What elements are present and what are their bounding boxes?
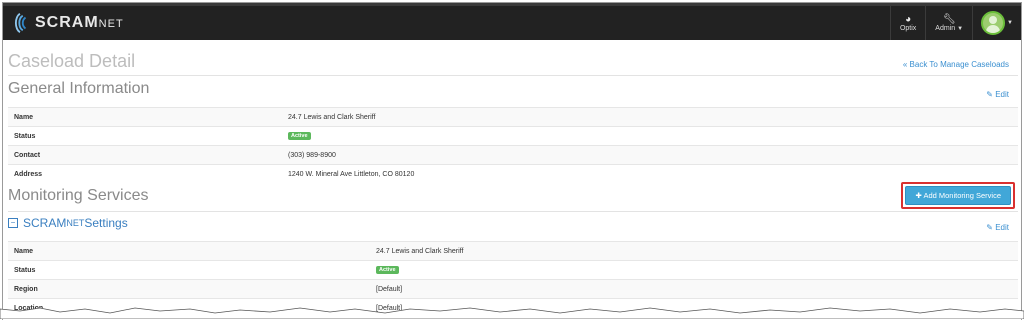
status-badge: Active <box>288 132 311 140</box>
user-menu[interactable]: ▼ <box>972 6 1021 40</box>
table-row: Address 1240 W. Mineral Ave Littleton, C… <box>8 164 1018 183</box>
optix-menu[interactable]: ◕ Optix <box>889 6 925 40</box>
brand-logo[interactable]: SCRAMNET <box>9 9 124 37</box>
wrench-icon: 🔧︎ <box>942 13 956 25</box>
highlight-box: ✚ Add Monitoring Service <box>901 182 1015 209</box>
settings-edit-link[interactable]: ✎ Edit <box>986 223 1009 232</box>
back-to-manage-caseloads-link[interactable]: « Back To Manage Caseloads <box>903 60 1009 69</box>
optix-label: Optix <box>899 24 917 32</box>
edit-label: Edit <box>995 223 1009 232</box>
top-navbar: SCRAMNET ◕ Optix 🔧︎ Admin ▼ ▼ <box>3 3 1021 40</box>
row-value: (303) 989-8900 <box>282 145 1018 165</box>
table-row: Status Active <box>8 126 1018 146</box>
row-label: Status <box>8 260 370 280</box>
plus-icon: ✚ <box>915 191 922 200</box>
scram-logo-icon <box>14 13 27 33</box>
general-information-table: Name 24.7 Lewis and Clark Sheriff Status… <box>8 107 1018 183</box>
collapse-minus-icon[interactable]: − <box>8 218 18 228</box>
monitoring-services-heading: Monitoring Services <box>8 187 149 204</box>
divider <box>8 211 1018 212</box>
edit-label: Edit <box>995 90 1009 99</box>
torn-edge <box>0 307 1024 319</box>
edit-icon: ✎ <box>986 90 993 99</box>
row-value: [Default] <box>370 279 1018 299</box>
row-value: 24.7 Lewis and Clark Sheriff <box>370 241 1018 261</box>
scramnet-settings-heading[interactable]: − SCRAM NET Settings <box>8 216 128 230</box>
settings-title-suffix: NET <box>66 218 85 228</box>
status-badge: Active <box>376 266 399 274</box>
edit-icon: ✎ <box>986 223 993 232</box>
divider <box>8 75 1018 76</box>
row-value: 1240 W. Mineral Ave Littleton, CO 80120 <box>282 164 1018 183</box>
admin-label: Admin <box>935 24 956 32</box>
app-window: SCRAMNET ◕ Optix 🔧︎ Admin ▼ ▼ Caseload D… <box>2 2 1022 320</box>
table-row: Name 24.7 Lewis and Clark Sheriff <box>8 241 1018 261</box>
table-row: Region [Default] <box>8 279 1018 299</box>
table-row: Status Active <box>8 260 1018 280</box>
row-label: Name <box>8 241 370 261</box>
add-monitoring-service-button[interactable]: ✚ Add Monitoring Service <box>905 186 1011 205</box>
admin-menu[interactable]: 🔧︎ Admin ▼ <box>925 6 972 40</box>
caret-down-icon: ▼ <box>1007 20 1013 26</box>
row-value: 24.7 Lewis and Clark Sheriff <box>282 107 1018 127</box>
row-label: Contact <box>8 145 282 165</box>
general-information-heading: General Information <box>8 80 150 97</box>
row-label: Address <box>8 164 282 183</box>
row-label: Region <box>8 279 370 299</box>
brand-text: SCRAMNET <box>35 14 124 31</box>
avatar-icon <box>981 11 1006 35</box>
button-label: Add Monitoring Service <box>923 191 1001 200</box>
settings-title-rest: Settings <box>84 216 128 230</box>
settings-title-main: SCRAM <box>23 216 67 230</box>
row-label: Name <box>8 107 282 127</box>
row-value: Active <box>282 126 1018 146</box>
row-label: Status <box>8 126 282 146</box>
table-row: Contact (303) 989-8900 <box>8 145 1018 165</box>
general-edit-link[interactable]: ✎ Edit <box>986 90 1009 99</box>
dashboard-gauge-icon: ◕ <box>905 13 912 25</box>
row-value: Active <box>370 260 1018 280</box>
table-row: Name 24.7 Lewis and Clark Sheriff <box>8 107 1018 127</box>
page-title: Caseload Detail <box>8 51 136 71</box>
caret-down-icon: ▼ <box>957 25 964 32</box>
